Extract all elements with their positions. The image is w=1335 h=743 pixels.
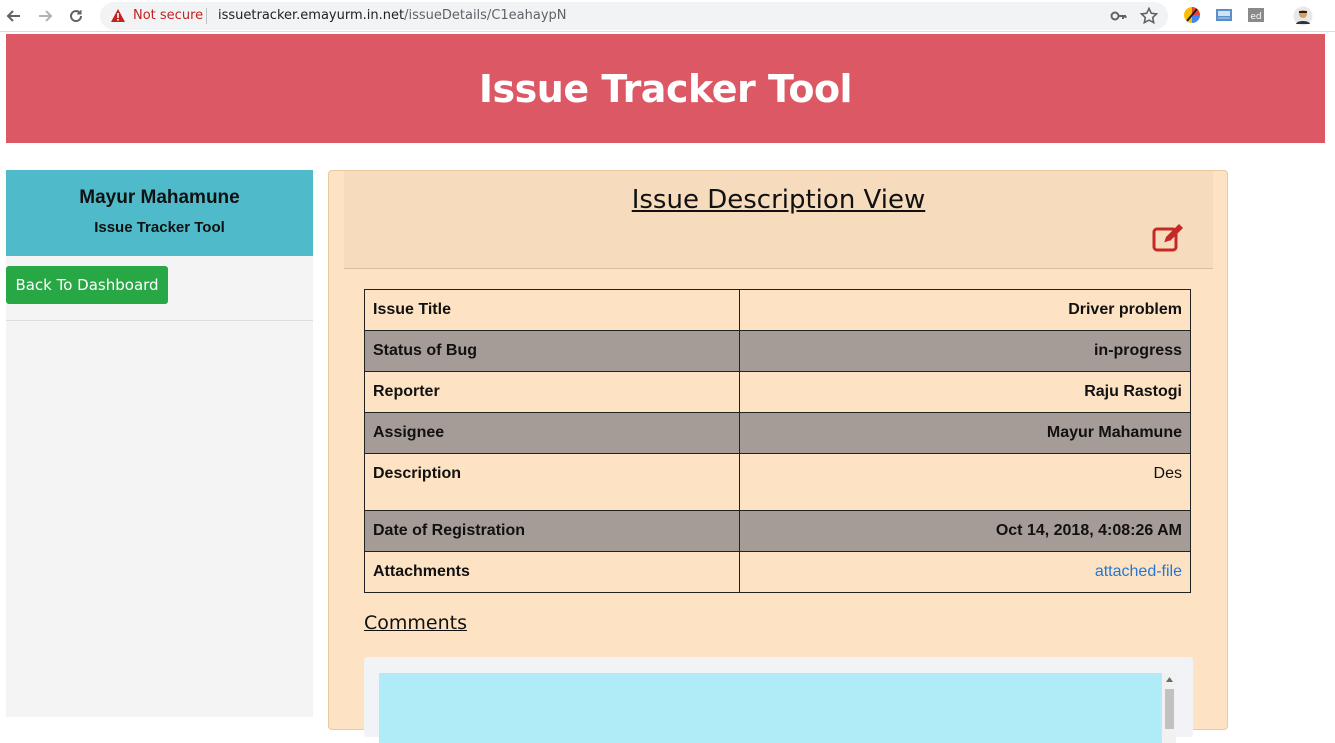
warning-icon xyxy=(110,8,126,28)
table-row: Reporter Raju Rastogi xyxy=(364,371,1191,413)
url-host: issuetracker.emayurm.in.net xyxy=(218,8,405,23)
app-title: Issue Tracker Tool xyxy=(478,66,853,111)
extension-screenshot-icon[interactable] xyxy=(1215,6,1233,24)
scroll-thumb[interactable] xyxy=(1165,689,1174,729)
card-header: Issue Description View xyxy=(344,171,1213,269)
row-label: Description xyxy=(364,453,740,511)
browser-toolbar: Not secure issuetracker.emayurm.in.net/i… xyxy=(0,0,1335,32)
assignee-value: Mayur Mahamune xyxy=(739,412,1191,454)
edit-icon[interactable] xyxy=(1152,223,1186,258)
attachment-link[interactable]: attached-file xyxy=(1095,563,1182,580)
app-header: Issue Tracker Tool xyxy=(6,34,1325,143)
status-value: in-progress xyxy=(739,330,1191,372)
profile-avatar-icon[interactable] xyxy=(1293,6,1313,26)
reporter-value: Raju Rastogi xyxy=(739,371,1191,413)
row-label: Attachments xyxy=(364,551,740,593)
star-icon[interactable] xyxy=(1139,6,1159,30)
issue-details-table: Issue Title Driver problem Status of Bug… xyxy=(364,289,1191,593)
comments-panel xyxy=(364,657,1193,743)
back-arrow-icon[interactable] xyxy=(3,5,25,27)
svg-text:ed: ed xyxy=(1250,12,1261,22)
row-label: Reporter xyxy=(364,371,740,413)
table-row: Date of Registration Oct 14, 2018, 4:08:… xyxy=(364,510,1191,552)
card-title: Issue Description View xyxy=(631,185,926,215)
profile-panel: Mayur Mahamune Issue Tracker Tool xyxy=(6,170,313,256)
row-label: Assignee xyxy=(364,412,740,454)
extension-color-icon[interactable] xyxy=(1183,6,1201,24)
security-status[interactable]: Not secure xyxy=(133,8,203,23)
comments-heading: Comments xyxy=(364,612,467,634)
table-row: Issue Title Driver problem xyxy=(364,289,1191,331)
page: Issue Tracker Tool Mayur Mahamune Issue … xyxy=(0,33,1335,743)
back-to-dashboard-button[interactable]: Back To Dashboard xyxy=(6,266,168,304)
row-label: Status of Bug xyxy=(364,330,740,372)
scroll-up-arrow-icon[interactable] xyxy=(1165,676,1174,684)
table-row: Attachments attached-file xyxy=(364,551,1191,593)
url-text[interactable]: issuetracker.emayurm.in.net/issueDetails… xyxy=(218,8,567,23)
extension-ed-icon[interactable]: ed xyxy=(1247,6,1265,24)
sidebar: Mayur Mahamune Issue Tracker Tool Back T… xyxy=(6,170,313,717)
address-separator xyxy=(206,8,207,24)
user-name: Mayur Mahamune xyxy=(79,187,240,208)
attachments-cell: attached-file xyxy=(739,551,1191,593)
table-row: Description Des xyxy=(364,453,1191,511)
address-bar[interactable]: Not secure issuetracker.emayurm.in.net/i… xyxy=(100,2,1168,30)
issue-card: Issue Description View Issue Title Drive… xyxy=(328,170,1228,743)
registration-date-value: Oct 14, 2018, 4:08:26 AM xyxy=(739,510,1191,552)
table-row: Status of Bug in-progress xyxy=(364,330,1191,372)
key-icon[interactable] xyxy=(1110,7,1128,30)
row-label: Date of Registration xyxy=(364,510,740,552)
reload-icon[interactable] xyxy=(65,5,87,27)
description-value: Des xyxy=(739,453,1191,511)
comments-list[interactable] xyxy=(379,673,1161,743)
forward-arrow-icon[interactable] xyxy=(34,5,56,27)
app-name: Issue Tracker Tool xyxy=(94,219,225,236)
table-row: Assignee Mayur Mahamune xyxy=(364,412,1191,454)
row-label: Issue Title xyxy=(364,289,740,331)
url-path: /issueDetails/C1eahaypN xyxy=(404,8,567,23)
issue-title-value: Driver problem xyxy=(739,289,1191,331)
comments-scrollbar[interactable] xyxy=(1161,673,1176,743)
sidebar-divider xyxy=(6,320,313,321)
